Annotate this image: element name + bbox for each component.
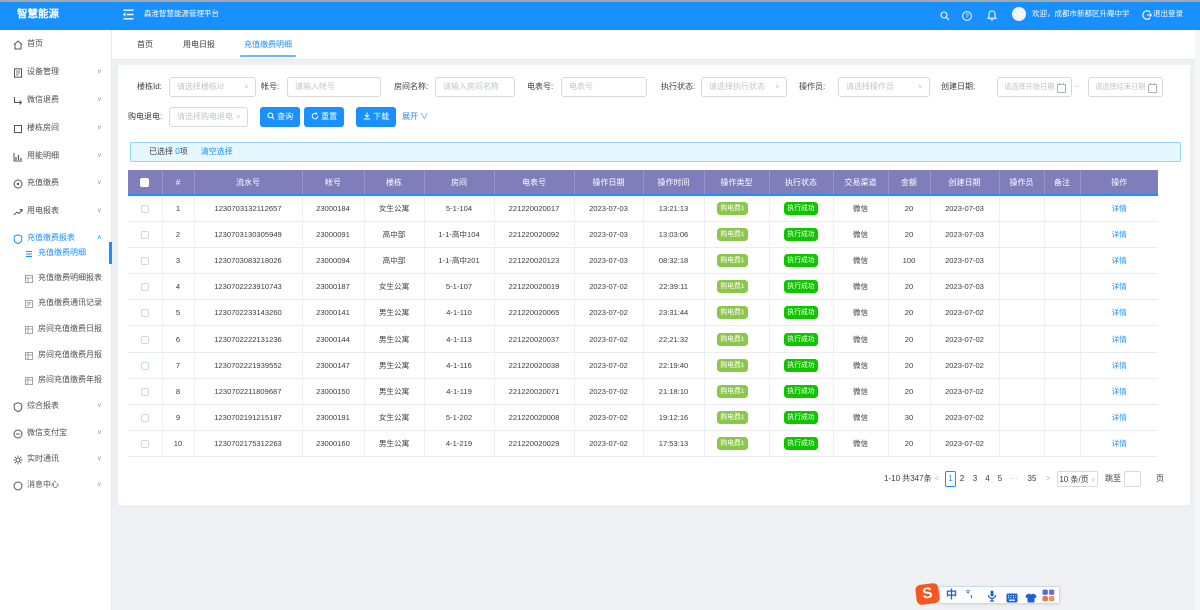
svg-text:?: ? xyxy=(965,14,969,20)
